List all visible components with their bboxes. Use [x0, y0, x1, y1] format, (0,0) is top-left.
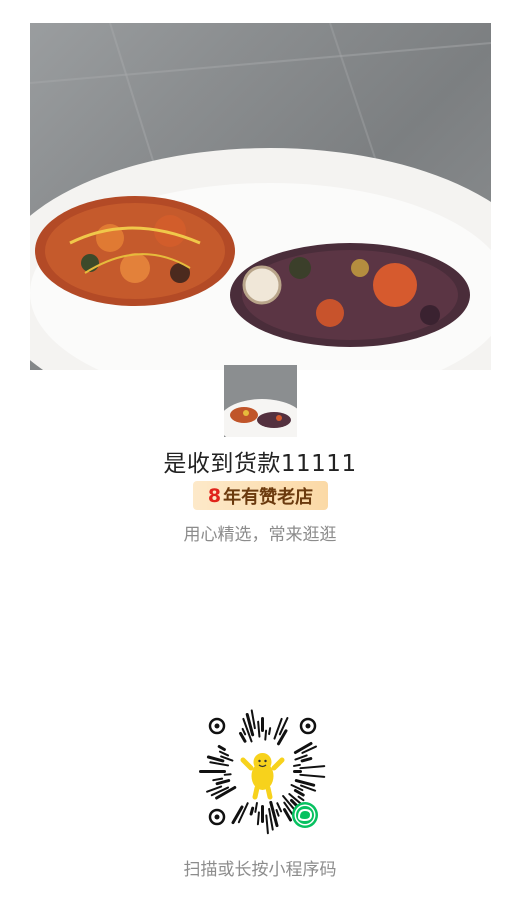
code-ray — [217, 745, 226, 751]
code-ray — [299, 773, 326, 778]
mini-program-code-caption: 扫描或长按小程序码 — [183, 860, 337, 880]
code-ray — [294, 779, 316, 787]
code-ray — [297, 795, 305, 802]
code-ray — [215, 779, 231, 786]
code-ray — [206, 755, 225, 763]
code-ray — [275, 809, 280, 817]
badge-text: 年有赞老店 — [223, 486, 314, 508]
code-ray — [300, 757, 313, 763]
code-ray — [254, 802, 258, 813]
code-ray — [257, 720, 261, 738]
wechat-mini-program-icon — [292, 802, 318, 828]
thumbnail-photo-illustration — [224, 365, 297, 437]
code-ray — [249, 806, 255, 816]
hero-image — [30, 23, 491, 370]
code-ray — [223, 773, 232, 776]
code-ray — [241, 727, 247, 736]
code-ray — [299, 765, 326, 770]
code-ray — [276, 802, 283, 813]
code-ray — [256, 811, 260, 826]
code-ray — [268, 727, 272, 736]
store-slogan: 用心精选，常来逛逛 — [183, 525, 337, 545]
store-name: 是收到货款11111 — [163, 451, 357, 477]
code-ray — [212, 777, 224, 782]
mini-program-code-graphic — [199, 709, 326, 835]
code-ray — [218, 750, 230, 757]
code-ray — [209, 761, 230, 767]
code-ray — [293, 763, 301, 767]
code-ray — [293, 742, 313, 754]
thumbnail-image[interactable] — [224, 365, 297, 437]
code-ray — [264, 729, 268, 741]
store-age-badge: 8 年有赞老店 — [193, 481, 328, 510]
code-ray — [265, 814, 269, 835]
code-ray — [273, 717, 283, 740]
badge-years: 8 — [207, 484, 222, 507]
code-ray — [250, 709, 256, 730]
code-ray — [293, 789, 305, 797]
mini-program-code[interactable] — [195, 704, 330, 839]
hero-photo-illustration — [30, 23, 491, 370]
